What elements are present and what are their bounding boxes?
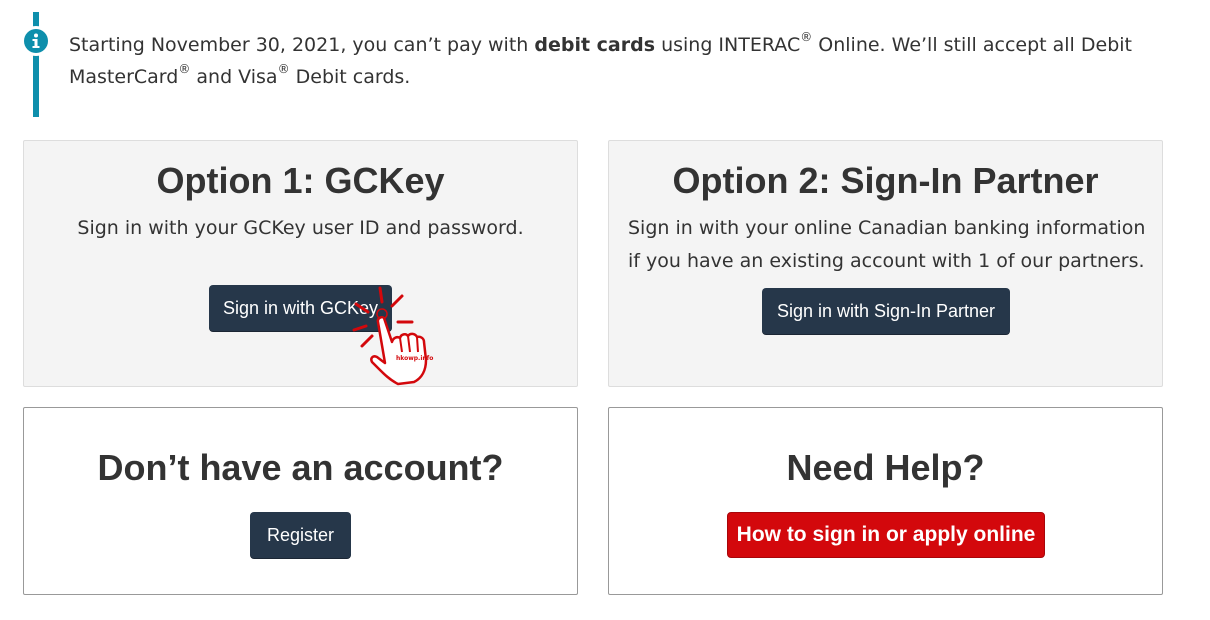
option-2-sign-in-partner-panel: Option 2: Sign-In Partner Sign in with y… <box>608 140 1163 387</box>
option-2-title: Option 2: Sign-In Partner <box>672 160 1099 201</box>
option-2-description: Sign in with your online Canadian bankin… <box>628 217 1146 272</box>
option-1-gckey-panel: Option 1: GCKey Sign in with your GCKey … <box>23 140 578 387</box>
need-help-title: Need Help? <box>786 447 985 488</box>
notice-text: Starting November 30, 2021, you can’t pa… <box>69 29 1132 88</box>
how-to-sign-in-button[interactable]: How to sign in or apply online <box>727 512 1045 558</box>
notice-bold-text: debit cards <box>534 34 656 56</box>
option-1-title: Option 1: GCKey <box>156 160 445 201</box>
no-account-title: Don’t have an account? <box>97 447 504 488</box>
register-button[interactable]: Register <box>250 512 351 558</box>
page: Starting November 30, 2021, you can’t pa… <box>0 0 1210 620</box>
notice-banner: Starting November 30, 2021, you can’t pa… <box>0 0 1210 120</box>
sign-in-with-gckey-button[interactable]: Sign in with GCKey <box>209 285 392 331</box>
notice-accent-bar <box>33 12 39 117</box>
no-account-panel: Don’t have an account? Register <box>23 407 578 595</box>
info-icon <box>24 29 48 53</box>
need-help-panel: Need Help? How to sign in or apply onlin… <box>608 407 1163 595</box>
sign-in-with-partner-button[interactable]: Sign in with Sign-In Partner <box>762 288 1010 334</box>
option-1-description: Sign in with your GCKey user ID and pass… <box>77 217 524 239</box>
